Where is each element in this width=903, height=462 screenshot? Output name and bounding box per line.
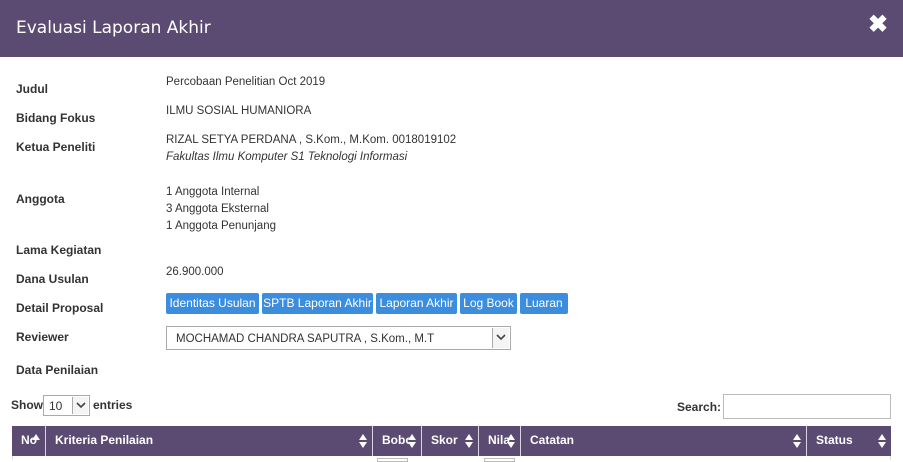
luaran-button[interactable]: Luaran: [520, 293, 568, 314]
ketua-peneliti-faculty: Fakultas Ilmu Komputer S1 Teknologi Info…: [166, 151, 408, 163]
column-header-label: Kriteria Penilaian: [55, 433, 154, 447]
reviewer-select[interactable]: MOCHAMAD CHANDRA SAPUTRA , S.Kom., M.T: [166, 326, 511, 350]
log-book-button[interactable]: Log Book: [460, 293, 517, 314]
anggota-eksternal: 3 Anggota Eksternal: [166, 203, 269, 215]
column-header-kriteria[interactable]: Kriteria Penilaian: [46, 426, 373, 456]
modal-title: Evaluasi Laporan Akhir: [16, 18, 211, 38]
column-header-label: Skor: [431, 433, 458, 447]
sort-icon: [793, 434, 801, 448]
modal-header: Evaluasi Laporan Akhir ✖: [0, 0, 903, 57]
detail-proposal-label: Detail Proposal: [16, 301, 104, 315]
column-header-nilai[interactable]: Nilai: [479, 426, 521, 456]
search-label: Search:: [677, 400, 722, 414]
judul-label: Judul: [16, 82, 48, 96]
column-header-skor[interactable]: Skor: [422, 426, 479, 456]
sort-icon: [465, 434, 473, 448]
laporan-akhir-button[interactable]: Laporan Akhir: [376, 293, 457, 314]
column-header-status[interactable]: Status: [807, 426, 891, 456]
column-header-label: Bobot: [382, 433, 410, 447]
sort-asc-icon: [32, 434, 40, 440]
chevron-down-icon: [72, 397, 88, 414]
show-label: Show: [11, 398, 43, 412]
bobot-input-stub[interactable]: [377, 458, 408, 462]
identitas-usulan-button[interactable]: Identitas Usulan: [166, 293, 259, 314]
search-input[interactable]: [723, 394, 891, 419]
column-header-catatan[interactable]: Catatan: [521, 426, 807, 456]
nilai-input-stub[interactable]: [484, 458, 515, 462]
anggota-label: Anggota: [16, 192, 65, 206]
close-icon[interactable]: ✖: [867, 12, 889, 38]
sort-icon: [408, 434, 416, 448]
entries-select[interactable]: 10: [43, 395, 90, 416]
sptb-laporan-akhir-button[interactable]: SPTB Laporan Akhir: [262, 293, 373, 314]
dana-usulan-value: 26.900.000: [166, 266, 224, 278]
ketua-peneliti-label: Ketua Peneliti: [16, 140, 96, 154]
column-header-label: Catatan: [530, 433, 575, 447]
reviewer-label: Reviewer: [16, 330, 69, 344]
lama-kegiatan-label: Lama Kegiatan: [16, 243, 102, 257]
column-header-label: Status: [816, 433, 853, 447]
data-penilaian-label: Data Penilaian: [16, 363, 99, 377]
column-header-bobot[interactable]: Bobot: [373, 426, 422, 456]
sort-icon: [507, 434, 515, 448]
sort-icon: [359, 434, 367, 448]
column-header-no[interactable]: No: [12, 426, 46, 456]
dana-usulan-label: Dana Usulan: [16, 272, 89, 286]
ketua-peneliti-name: RIZAL SETYA PERDANA , S.Kom., M.Kom. 001…: [166, 134, 457, 146]
entries-label: entries: [93, 398, 133, 412]
table-header: No Kriteria Penilaian Bobot Skor Nilai C…: [12, 426, 891, 456]
entries-value: 10: [49, 399, 63, 413]
chevron-down-icon: [492, 328, 509, 348]
sort-icon: [878, 434, 886, 448]
anggota-internal: 1 Anggota Internal: [166, 186, 260, 198]
bidang-fokus-label: Bidang Fokus: [16, 111, 96, 125]
judul-value: Percobaan Penelitian Oct 2019: [166, 76, 326, 88]
anggota-penunjang: 1 Anggota Penunjang: [166, 220, 276, 232]
bidang-fokus-value: ILMU SOSIAL HUMANIORA: [166, 105, 312, 117]
reviewer-selected-value: MOCHAMAD CHANDRA SAPUTRA , S.Kom., M.T: [176, 333, 435, 345]
table-body: [12, 456, 891, 460]
